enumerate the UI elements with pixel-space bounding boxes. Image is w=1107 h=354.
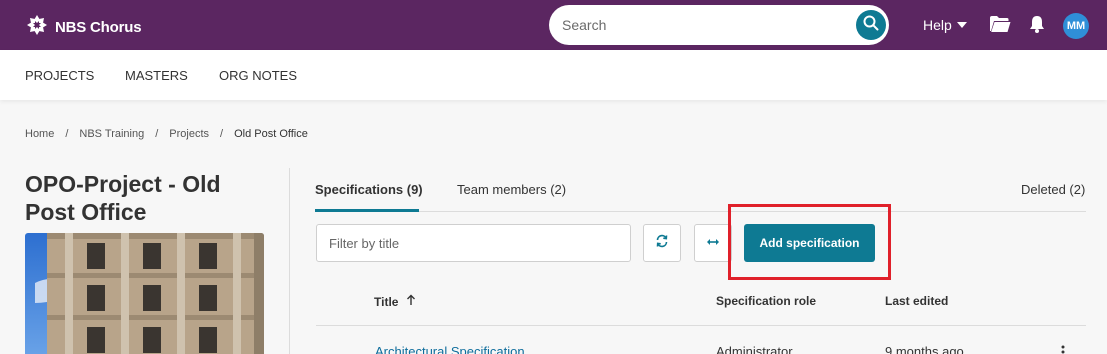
brand-logo[interactable]: NBS Chorus: [25, 13, 142, 42]
tab-specifications[interactable]: Specifications (9): [315, 182, 423, 197]
logo-icon: [25, 13, 49, 42]
bell-icon[interactable]: [1029, 15, 1045, 38]
column-header-last-edited[interactable]: Last edited: [885, 294, 948, 308]
help-label: Help: [923, 17, 952, 33]
search-box: [549, 5, 889, 45]
breadcrumb-current: Old Post Office: [234, 128, 308, 140]
breadcrumb-home[interactable]: Home: [25, 128, 54, 140]
table-header-divider: [316, 325, 1086, 326]
breadcrumb-separator: /: [220, 128, 224, 140]
refresh-icon: [655, 234, 669, 253]
help-menu[interactable]: Help: [923, 17, 967, 33]
expand-columns-button[interactable]: [694, 224, 732, 262]
active-tab-indicator: [315, 209, 419, 212]
more-vertical-icon[interactable]: [1060, 344, 1066, 354]
avatar[interactable]: MM: [1063, 13, 1089, 39]
project-image: [25, 233, 264, 354]
search-input[interactable]: [562, 15, 842, 35]
filter-input[interactable]: [316, 224, 631, 262]
breadcrumb-separator: /: [65, 128, 69, 140]
row-role: Administrator: [716, 344, 793, 354]
row-last-edited: 9 months ago: [885, 344, 964, 354]
brand-name: NBS Chorus: [55, 19, 142, 36]
nav-item-masters[interactable]: MASTERS: [125, 68, 188, 83]
breadcrumb-projects[interactable]: Projects: [169, 128, 209, 140]
tabs-divider: [315, 211, 1086, 212]
breadcrumb-separator: /: [155, 128, 159, 140]
folder-icon[interactable]: [989, 15, 1011, 38]
column-header-title[interactable]: Title: [374, 294, 416, 309]
search-icon: [863, 15, 879, 36]
column-header-role[interactable]: Specification role: [716, 294, 816, 308]
sort-up-icon: [406, 294, 416, 309]
breadcrumb-nbs-training[interactable]: NBS Training: [79, 128, 144, 140]
chevron-down-icon: [956, 22, 967, 28]
highlight-box: [728, 204, 891, 280]
refresh-button[interactable]: [643, 224, 681, 262]
nav-item-org-notes[interactable]: ORG NOTES: [219, 68, 297, 83]
project-title: OPO-Project - Old Post Office: [25, 171, 221, 225]
expand-horizontal-icon: [706, 234, 720, 252]
secondary-nav: PROJECTS MASTERS ORG NOTES: [0, 50, 1107, 100]
nav-item-projects[interactable]: PROJECTS: [25, 68, 94, 83]
column-title-label: Title: [374, 294, 399, 309]
top-header: NBS Chorus Help MM: [0, 0, 1107, 50]
vertical-divider: [289, 168, 290, 354]
tab-deleted[interactable]: Deleted (2): [1021, 182, 1085, 197]
row-title-link[interactable]: Architectural Specification: [375, 344, 525, 354]
breadcrumb: Home / NBS Training / Projects / Old Pos…: [25, 128, 308, 140]
tab-team-members[interactable]: Team members (2): [457, 182, 566, 197]
search-button[interactable]: [856, 10, 886, 40]
